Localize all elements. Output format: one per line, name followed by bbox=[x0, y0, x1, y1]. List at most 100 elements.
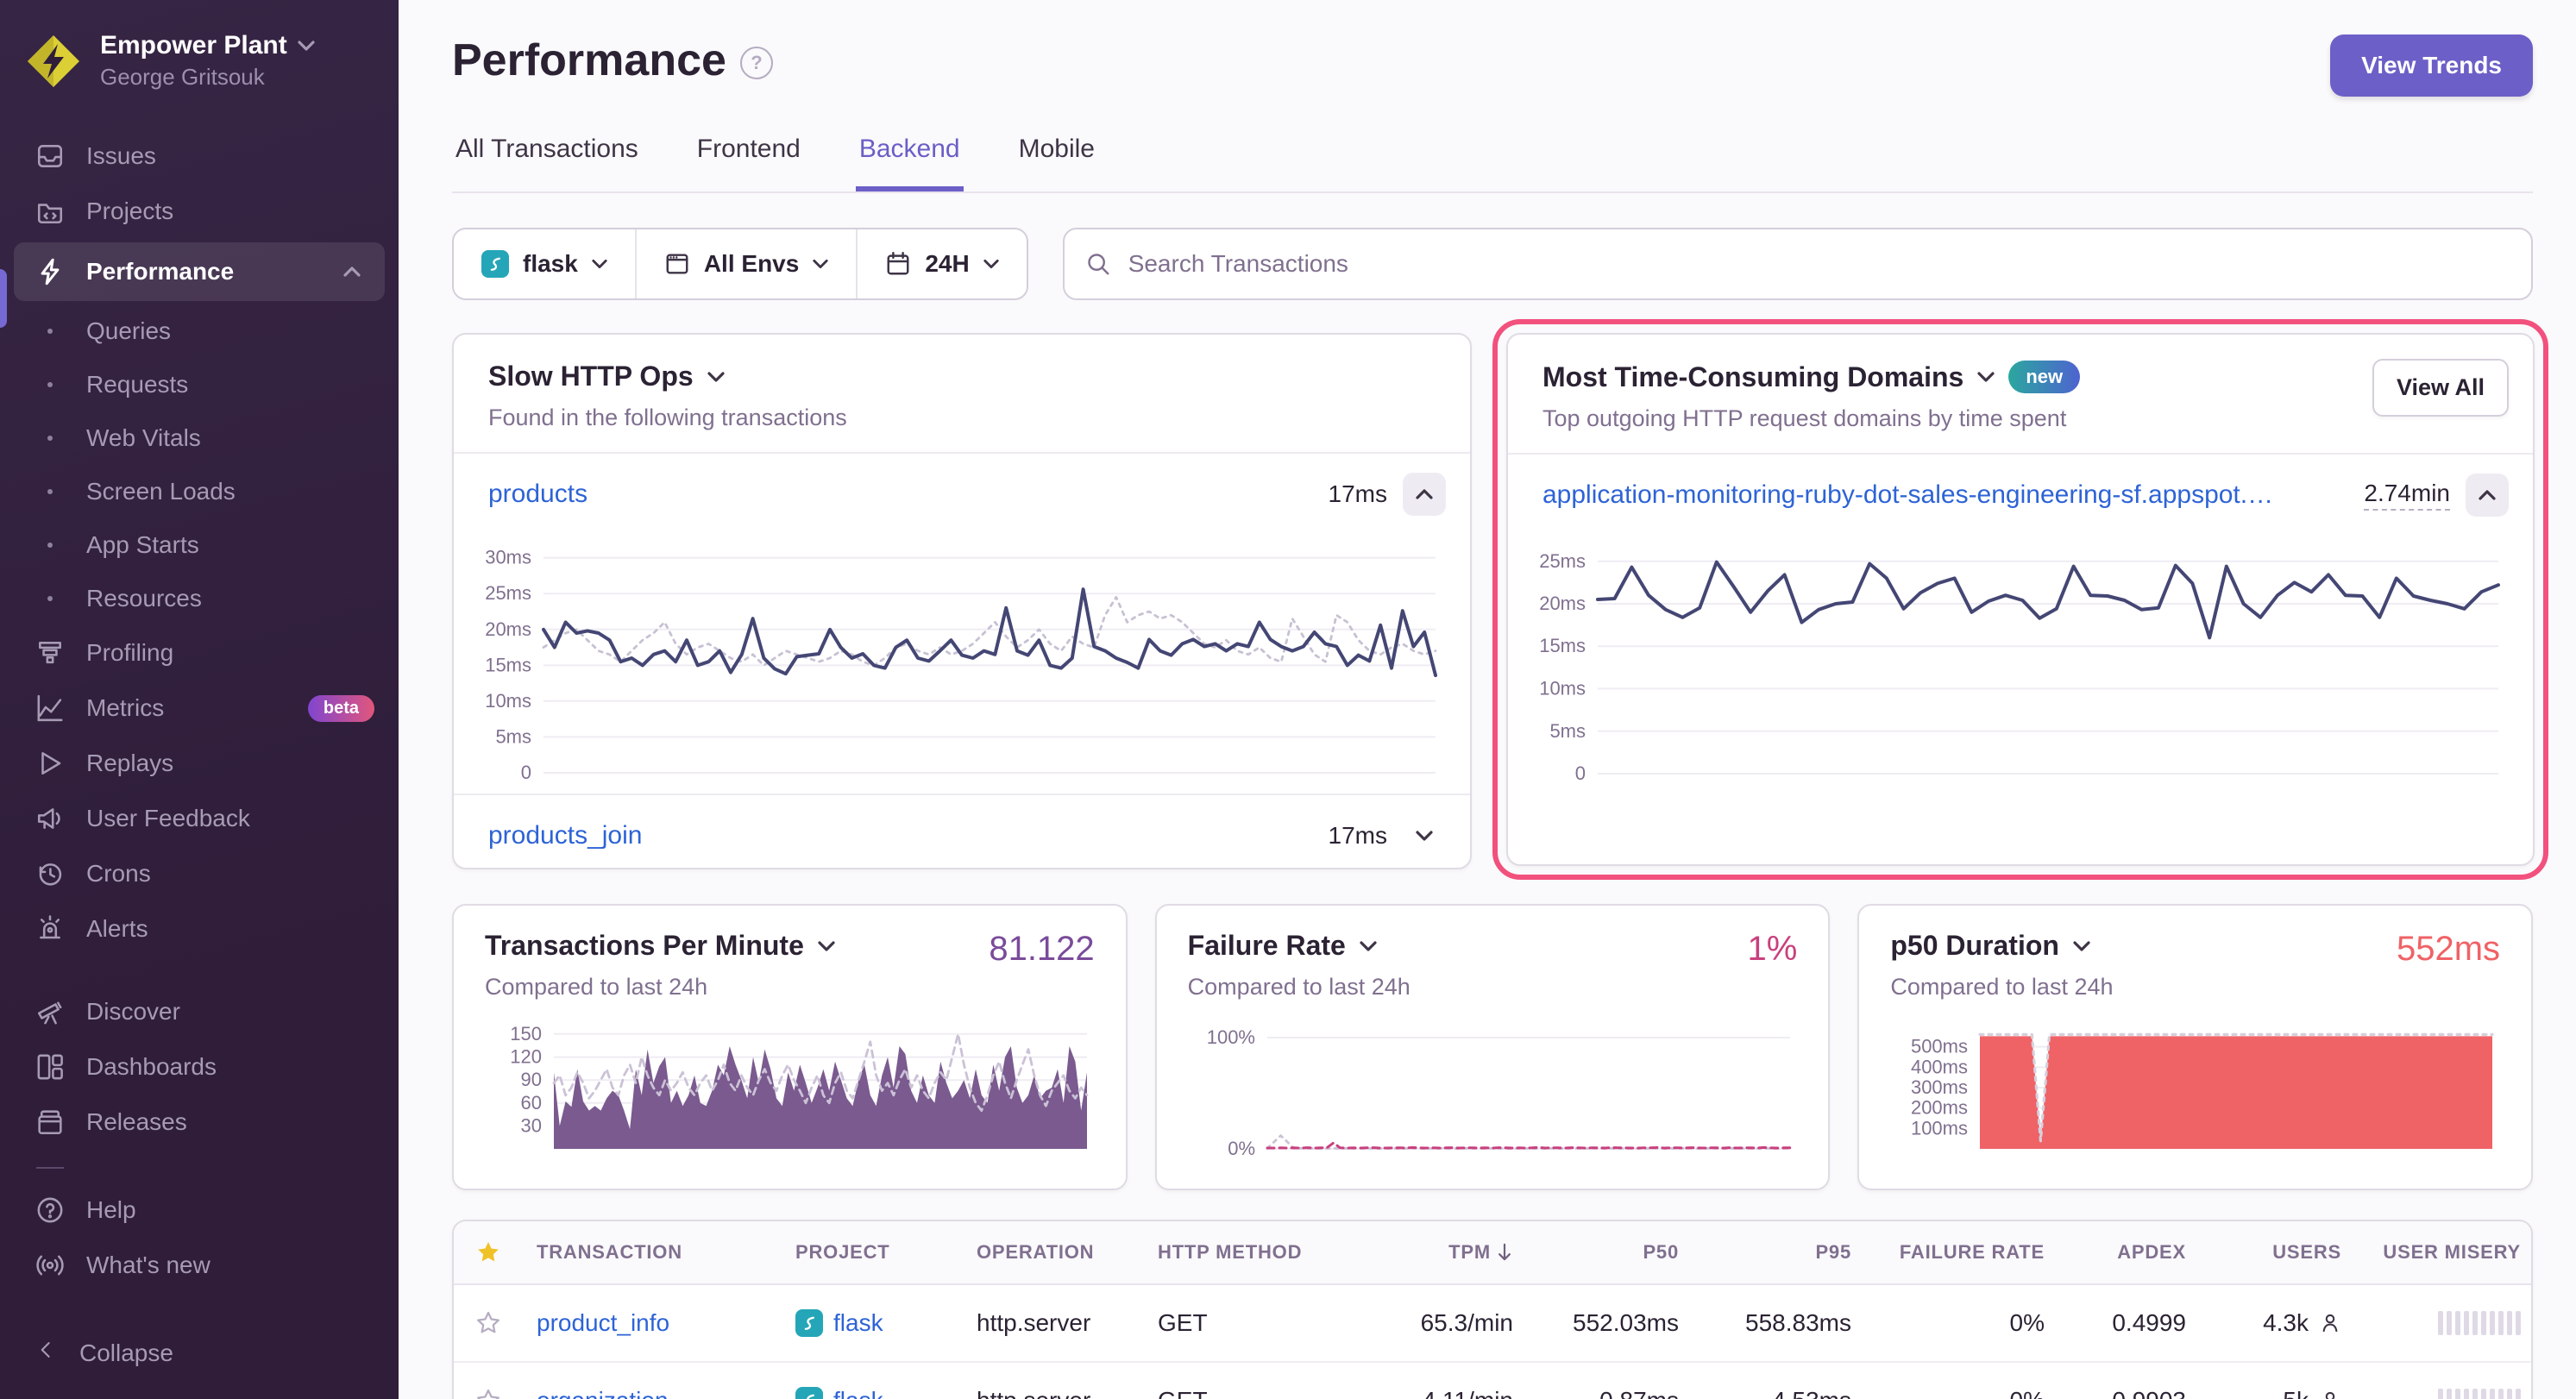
column-header-transaction[interactable]: TRANSACTION bbox=[523, 1241, 782, 1264]
favorite-toggle[interactable] bbox=[454, 1310, 523, 1336]
user-icon bbox=[2319, 1390, 2341, 1399]
p95-cell: 4.53ms bbox=[1693, 1387, 1865, 1399]
sidebar-item-requests[interactable]: Requests bbox=[0, 358, 399, 411]
column-header-operation[interactable]: OPERATION bbox=[963, 1241, 1144, 1264]
window-icon bbox=[664, 251, 690, 277]
sidebar-item-replays[interactable]: Replays bbox=[0, 736, 399, 791]
sidebar-item-dashboards[interactable]: Dashboards bbox=[0, 1039, 399, 1095]
slow-http-ops-title[interactable]: Slow HTTP Ops bbox=[488, 361, 1442, 392]
sidebar-item-releases[interactable]: Releases bbox=[0, 1095, 399, 1150]
expand-row-button[interactable] bbox=[1403, 814, 1446, 857]
project-cell[interactable]: flask bbox=[782, 1309, 963, 1337]
svg-text:60: 60 bbox=[521, 1092, 542, 1114]
p50-cell: 0.87ms bbox=[1527, 1387, 1693, 1399]
sidebar-item-discover[interactable]: Discover bbox=[0, 984, 399, 1039]
user-misery-cell bbox=[2355, 1311, 2533, 1335]
sidebar-item-performance[interactable]: Performance bbox=[14, 242, 385, 301]
svg-text:120: 120 bbox=[510, 1046, 542, 1068]
date-range-filter[interactable]: 24H bbox=[858, 229, 1026, 298]
svg-text:0: 0 bbox=[521, 762, 531, 783]
column-header-tpm[interactable]: TPM bbox=[1334, 1241, 1527, 1264]
column-header-http-method[interactable]: HTTP METHOD bbox=[1144, 1241, 1334, 1264]
sidebar-item-whats-new[interactable]: What's new bbox=[0, 1238, 399, 1293]
flask-project-icon bbox=[795, 1309, 823, 1337]
sidebar-item-crons[interactable]: Crons bbox=[0, 846, 399, 901]
sidebar-item-label: Crons bbox=[86, 860, 151, 888]
chevron-down-icon bbox=[298, 41, 315, 51]
column-header-users[interactable]: USERS bbox=[2200, 1241, 2355, 1264]
replays-icon bbox=[35, 748, 66, 779]
view-trends-button[interactable]: View Trends bbox=[2330, 35, 2533, 97]
sidebar-item-label: Metrics bbox=[86, 694, 164, 722]
sidebar-item-web-vitals[interactable]: Web Vitals bbox=[0, 411, 399, 465]
project-cell[interactable]: flask bbox=[782, 1387, 963, 1399]
search-transactions-box bbox=[1063, 228, 2533, 300]
sidebar-item-screen-loads[interactable]: Screen Loads bbox=[0, 465, 399, 518]
sidebar-item-profiling[interactable]: Profiling bbox=[0, 625, 399, 681]
help-question-icon[interactable]: ? bbox=[740, 47, 773, 79]
sidebar-item-metrics[interactable]: Metrics beta bbox=[0, 681, 399, 736]
sidebar-item-help[interactable]: Help bbox=[0, 1183, 399, 1238]
column-header-p50[interactable]: P50 bbox=[1527, 1241, 1693, 1264]
star-outline-icon bbox=[475, 1388, 501, 1399]
project-filter[interactable]: flask bbox=[454, 229, 635, 298]
org-switcher[interactable]: Empower Plant George Gritsouk bbox=[0, 0, 399, 115]
column-header-project[interactable]: PROJECT bbox=[782, 1241, 963, 1264]
sidebar-item-app-starts[interactable]: App Starts bbox=[0, 518, 399, 572]
main-content: Performance ? View Trends All Transactio… bbox=[399, 0, 2576, 1399]
failure-rate-card: Failure Rate 1% Compared to last 24h 100… bbox=[1155, 904, 1831, 1190]
bullet-icon bbox=[35, 382, 66, 387]
tab-mobile[interactable]: Mobile bbox=[1015, 135, 1098, 191]
http-method-cell: GET bbox=[1144, 1387, 1334, 1399]
tab-backend[interactable]: Backend bbox=[856, 135, 964, 191]
p50-duration-subtitle: Compared to last 24h bbox=[1890, 974, 2500, 1001]
sidebar-collapse-button[interactable]: Collapse bbox=[0, 1338, 399, 1399]
column-header-p95[interactable]: P95 bbox=[1693, 1241, 1865, 1264]
slow-http-ops-subtitle: Found in the following transactions bbox=[488, 405, 1442, 431]
collapse-row-button[interactable] bbox=[1403, 473, 1446, 516]
highlight-outline: Most Time-Consuming Domains new View All… bbox=[1492, 319, 2548, 880]
releases-icon bbox=[35, 1107, 66, 1138]
chevron-left-icon bbox=[35, 1338, 59, 1368]
view-all-button[interactable]: View All bbox=[2372, 359, 2509, 417]
transactions-table: TRANSACTION PROJECT OPERATION HTTP METHO… bbox=[452, 1220, 2533, 1399]
domain-time-value[interactable]: 2.74min bbox=[2364, 480, 2450, 511]
svg-text:30: 30 bbox=[521, 1114, 542, 1136]
sidebar-item-projects[interactable]: Projects bbox=[0, 184, 399, 239]
svg-text:30ms: 30ms bbox=[485, 547, 531, 568]
filter-bar: flask All Envs 24H bbox=[452, 228, 2533, 300]
transaction-link[interactable]: organization bbox=[537, 1387, 669, 1399]
failure-rate-title[interactable]: Failure Rate bbox=[1188, 930, 1798, 962]
sidebar-item-issues[interactable]: Issues bbox=[0, 129, 399, 184]
tpm-card: Transactions Per Minute 81.122 Compared … bbox=[452, 904, 1128, 1190]
sidebar-item-resources[interactable]: Resources bbox=[0, 572, 399, 625]
favorites-column-header[interactable] bbox=[454, 1239, 523, 1265]
chevron-up-icon bbox=[2479, 490, 2496, 500]
sort-desc-icon bbox=[1496, 1243, 1513, 1262]
bullet-icon bbox=[35, 329, 66, 334]
transaction-link[interactable]: product_info bbox=[537, 1309, 669, 1337]
collapse-row-button[interactable] bbox=[2466, 474, 2509, 517]
transaction-value: 17ms bbox=[1329, 480, 1387, 508]
transaction-link[interactable]: products_join bbox=[488, 821, 642, 850]
favorite-toggle[interactable] bbox=[454, 1388, 523, 1399]
column-header-user-misery[interactable]: USER MISERY bbox=[2355, 1241, 2533, 1264]
transaction-link[interactable]: products bbox=[488, 480, 587, 509]
domains-title[interactable]: Most Time-Consuming Domains new bbox=[1542, 361, 2505, 393]
tab-frontend[interactable]: Frontend bbox=[694, 135, 804, 191]
sidebar-item-label: User Feedback bbox=[86, 805, 250, 832]
failure-rate-cell: 0% bbox=[1865, 1387, 2058, 1399]
tab-all-transactions[interactable]: All Transactions bbox=[452, 135, 642, 191]
environment-filter[interactable]: All Envs bbox=[637, 229, 856, 298]
column-header-apdex[interactable]: APDEX bbox=[2058, 1241, 2200, 1264]
svg-text:5ms: 5ms bbox=[495, 725, 531, 747]
sidebar-item-queries[interactable]: Queries bbox=[0, 304, 399, 358]
column-header-failure-rate[interactable]: FAILURE RATE bbox=[1865, 1241, 2058, 1264]
users-cell: 5k bbox=[2200, 1387, 2355, 1399]
p50-duration-value: 552ms bbox=[2397, 930, 2500, 969]
domain-link[interactable]: application-monitoring-ruby-dot-sales-en… bbox=[1542, 480, 2284, 510]
projects-icon bbox=[35, 196, 66, 227]
sidebar-item-alerts[interactable]: Alerts bbox=[0, 901, 399, 957]
sidebar-item-user-feedback[interactable]: User Feedback bbox=[0, 791, 399, 846]
search-transactions-input[interactable] bbox=[1125, 248, 2510, 279]
